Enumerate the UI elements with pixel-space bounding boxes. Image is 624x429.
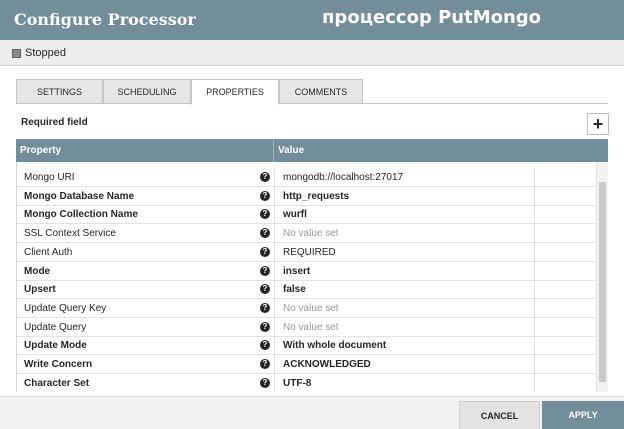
column-divider xyxy=(274,261,275,281)
help-icon[interactable]: ? xyxy=(260,172,270,182)
help-icon[interactable]: ? xyxy=(260,284,270,295)
tab-comments[interactable]: COMMENTS xyxy=(279,79,363,104)
property-value[interactable]: http_requests xyxy=(283,191,349,202)
property-name: Write Concern xyxy=(24,359,93,370)
table-row[interactable]: Update Query Key? No value set xyxy=(17,298,596,318)
plus-icon: + xyxy=(592,114,604,134)
property-value[interactable]: UTF-8 xyxy=(283,378,311,389)
table-row[interactable]: Update Mode? With whole document xyxy=(17,336,596,356)
property-value[interactable]: wurfl xyxy=(283,209,307,220)
table-row[interactable]: SSL Context Service? No value set xyxy=(17,224,596,244)
column-divider xyxy=(534,261,535,281)
column-divider xyxy=(274,280,275,300)
property-name: Character Set xyxy=(24,377,90,389)
column-divider xyxy=(274,317,275,337)
tab-scheduling[interactable]: SCHEDULING xyxy=(103,79,191,104)
column-divider xyxy=(534,373,535,392)
column-divider xyxy=(274,186,275,206)
property-value[interactable]: false xyxy=(283,284,306,295)
column-divider xyxy=(274,168,275,187)
column-divider xyxy=(534,168,535,187)
help-icon[interactable]: ? xyxy=(260,359,270,369)
column-divider xyxy=(534,336,535,356)
required-field-label: Required field xyxy=(21,117,88,128)
column-divider xyxy=(534,205,535,225)
column-divider xyxy=(534,186,535,206)
table-row[interactable]: Character Set? UTF-8 xyxy=(17,373,596,392)
table-row[interactable]: Write Concern? ACKNOWLEDGED xyxy=(17,355,596,374)
property-value[interactable]: No value set xyxy=(283,322,339,333)
column-divider xyxy=(534,280,535,300)
property-value[interactable]: No value set xyxy=(283,228,339,239)
property-value[interactable]: mongodb://localhost:27017 xyxy=(283,172,403,183)
property-name: SSL Context Service xyxy=(24,228,116,240)
column-divider xyxy=(274,336,275,356)
status-bar: Stopped xyxy=(0,40,624,66)
help-icon[interactable]: ? xyxy=(260,190,270,201)
tab-bar: SETTINGS SCHEDULING PROPERTIES COMMENTS xyxy=(16,79,608,105)
property-value[interactable]: insert xyxy=(283,266,310,277)
property-name: Update Mode xyxy=(24,340,87,352)
add-property-button[interactable]: + xyxy=(587,113,609,135)
table-row[interactable]: Upsert? false xyxy=(17,280,596,300)
property-name: Mongo URI xyxy=(24,172,75,183)
column-divider xyxy=(274,205,275,225)
property-name: Update Query Key xyxy=(24,302,107,314)
property-name: Update Query xyxy=(24,321,87,333)
table-row[interactable]: Update Query? No value set xyxy=(17,317,596,337)
scrollbar-thumb[interactable] xyxy=(599,182,606,382)
stopped-icon xyxy=(12,49,21,58)
property-name: Upsert xyxy=(24,284,56,296)
column-header-property[interactable]: Property xyxy=(20,145,61,156)
status-text: Stopped xyxy=(25,47,66,59)
help-icon[interactable]: ? xyxy=(260,340,270,351)
dialog-header: Configure Processor процессор PutMongo xyxy=(0,0,624,40)
help-icon[interactable]: ? xyxy=(260,302,270,313)
dialog-title: Configure Processor xyxy=(14,10,196,29)
properties-table-body: Mongo URI? mongodb://localhost:27017 Mongo… xyxy=(16,162,596,392)
column-divider xyxy=(534,355,535,374)
table-row[interactable]: Client Auth? REQUIRED xyxy=(17,242,596,262)
property-name: Mongo Database Name xyxy=(24,190,135,202)
column-divider xyxy=(274,298,275,318)
column-divider xyxy=(273,139,274,162)
help-icon[interactable]: ? xyxy=(260,246,270,257)
table-row[interactable]: Mode? insert xyxy=(17,261,596,281)
column-header-value[interactable]: Value xyxy=(278,145,304,156)
overlay-caption: процессор PutMongo xyxy=(322,7,542,28)
table-row[interactable]: Mongo URI? mongodb://localhost:27017 xyxy=(17,168,596,187)
property-value[interactable]: REQUIRED xyxy=(283,247,336,258)
column-divider xyxy=(534,317,535,337)
column-divider xyxy=(274,373,275,392)
table-row[interactable]: Mongo Collection Name? wurfl xyxy=(17,205,596,225)
column-divider xyxy=(274,224,275,244)
property-value[interactable]: No value set xyxy=(283,303,339,314)
property-value[interactable]: ACKNOWLEDGED xyxy=(283,359,371,370)
help-icon[interactable]: ? xyxy=(260,265,270,276)
property-value[interactable]: With whole document xyxy=(283,340,386,351)
column-divider xyxy=(534,224,535,244)
column-divider xyxy=(534,298,535,318)
property-name: Mongo Collection Name xyxy=(24,209,138,221)
help-icon[interactable]: ? xyxy=(260,321,270,332)
help-icon[interactable]: ? xyxy=(260,209,270,220)
tab-settings[interactable]: SETTINGS xyxy=(16,79,103,104)
dialog-footer: CANCEL APPLY xyxy=(0,396,624,429)
help-icon[interactable]: ? xyxy=(260,377,270,388)
apply-button[interactable]: APPLY xyxy=(542,401,624,429)
help-icon[interactable]: ? xyxy=(260,228,270,239)
property-name: Mode xyxy=(24,265,51,277)
column-divider xyxy=(534,242,535,262)
table-header: Property Value xyxy=(16,139,608,162)
column-divider xyxy=(274,242,275,262)
scrollbar[interactable] xyxy=(596,162,608,392)
column-divider xyxy=(274,355,275,374)
property-name: Client Auth xyxy=(24,246,73,258)
table-row[interactable]: Mongo Database Name? http_requests xyxy=(17,186,596,206)
tab-properties[interactable]: PROPERTIES xyxy=(191,79,279,105)
cancel-button[interactable]: CANCEL xyxy=(459,401,540,429)
